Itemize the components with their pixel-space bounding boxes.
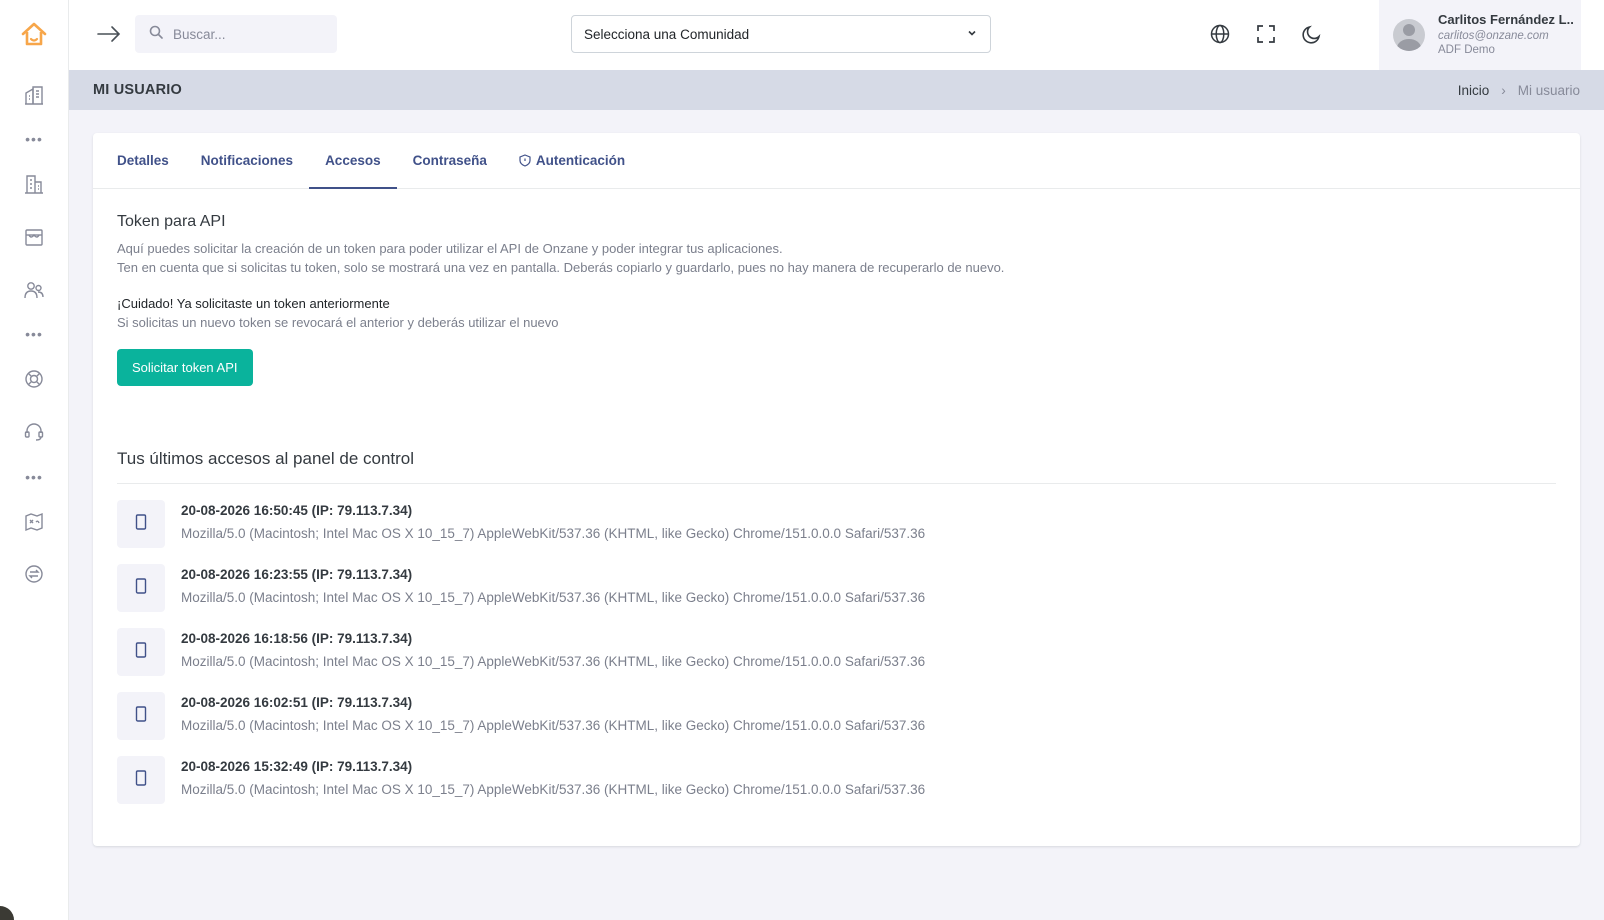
user-card: Detalles Notificaciones Accesos Contrase…	[93, 133, 1580, 846]
community-select[interactable]: Selecciona una Comunidad	[571, 15, 991, 53]
buildings-icon[interactable]	[22, 83, 46, 107]
shield-icon	[519, 154, 531, 167]
token-title: Token para API	[117, 213, 226, 230]
headset-icon[interactable]	[22, 420, 46, 444]
list-item: 20-08-2026 15:32:49 (IP: 79.113.7.34) Mo…	[117, 756, 1556, 820]
user-org: ADF Demo	[1438, 44, 1495, 57]
chevron-down-icon	[966, 27, 978, 42]
access-list: 20-08-2026 16:50:45 (IP: 79.113.7.34) Mo…	[117, 500, 1556, 820]
moon-icon[interactable]	[1299, 21, 1325, 47]
access-date: 20-08-2026 16:18:56 (IP: 79.113.7.34)	[181, 631, 413, 646]
request-token-button[interactable]: Solicitar token API	[117, 349, 253, 386]
globe-icon[interactable]	[1207, 21, 1233, 47]
page-title-bar: MI USUARIO Inicio › Mi usuario	[69, 70, 1604, 110]
breadcrumb: Inicio › Mi usuario	[1458, 83, 1580, 98]
more-dots-icon: •••	[25, 469, 43, 485]
token-description-1: Aquí puedes solicitar la creación de un …	[117, 241, 783, 256]
topbar: Selecciona una Comunidad Carlitos Fernán…	[69, 0, 1604, 70]
tab-detalles[interactable]: Detalles	[101, 133, 185, 188]
exchange-icon[interactable]	[22, 562, 46, 586]
tab-accesos[interactable]: Accesos	[309, 133, 397, 189]
arrow-right-icon[interactable]	[95, 22, 123, 46]
fullscreen-icon[interactable]	[1253, 21, 1279, 47]
store-icon[interactable]	[22, 225, 46, 249]
lifebuoy-icon[interactable]	[22, 367, 46, 391]
user-name: Carlitos Fernández L..	[1438, 11, 1574, 27]
breadcrumb-home[interactable]: Inicio	[1458, 83, 1490, 98]
access-user-agent: Mozilla/5.0 (Macintosh; Intel Mac OS X 1…	[181, 590, 926, 605]
community-select-value: Selecciona una Comunidad	[584, 26, 750, 42]
user-email: carlitos@onzane.com	[1438, 29, 1549, 42]
search-icon	[149, 25, 163, 44]
user-menu[interactable]: Carlitos Fernández L.. carlitos@onzane.c…	[1379, 0, 1581, 70]
mobile-device-icon	[135, 769, 147, 791]
token-warning-title: ¡Cuidado! Ya solicitaste un token anteri…	[117, 296, 390, 311]
list-item: 20-08-2026 16:23:55 (IP: 79.113.7.34) Mo…	[117, 564, 1556, 628]
device-box	[117, 692, 165, 740]
tab-autenticacion-label: Autenticación	[535, 153, 626, 168]
page-title: MI USUARIO	[93, 82, 182, 98]
list-item: 20-08-2026 16:50:45 (IP: 79.113.7.34) Mo…	[117, 500, 1556, 564]
mobile-device-icon	[135, 705, 147, 727]
access-user-agent: Mozilla/5.0 (Macintosh; Intel Mac OS X 1…	[181, 526, 926, 541]
access-date: 20-08-2026 16:23:55 (IP: 79.113.7.34)	[181, 567, 413, 582]
window-corner	[0, 906, 14, 920]
tab-autenticacion[interactable]: Autenticación	[503, 133, 641, 188]
list-item: 20-08-2026 16:18:56 (IP: 79.113.7.34) Mo…	[117, 628, 1556, 692]
mobile-device-icon	[135, 513, 147, 535]
sidebar: ••• ••• •••	[0, 0, 69, 920]
tabs: Detalles Notificaciones Accesos Contrase…	[93, 133, 1580, 189]
device-box	[117, 628, 165, 676]
access-date: 20-08-2026 16:02:51 (IP: 79.113.7.34)	[181, 695, 413, 710]
access-date: 20-08-2026 16:50:45 (IP: 79.113.7.34)	[181, 503, 413, 518]
device-box	[117, 564, 165, 612]
tab-notificaciones[interactable]: Notificaciones	[185, 133, 309, 188]
office-building-icon[interactable]	[22, 172, 46, 196]
access-user-agent: Mozilla/5.0 (Macintosh; Intel Mac OS X 1…	[181, 654, 926, 669]
search-box[interactable]	[135, 15, 337, 53]
mobile-device-icon	[135, 577, 147, 599]
device-box	[117, 756, 165, 804]
avatar	[1393, 19, 1425, 51]
more-dots-icon: •••	[25, 326, 43, 342]
mobile-device-icon	[135, 641, 147, 663]
list-item: 20-08-2026 16:02:51 (IP: 79.113.7.34) Mo…	[117, 692, 1556, 756]
tab-contrasena[interactable]: Contraseña	[397, 133, 503, 188]
token-description-2: Ten en cuenta que si solicitas tu token,…	[117, 260, 1005, 275]
token-warning-description: Si solicitas un nuevo token se revocará …	[117, 315, 559, 330]
accesses-title: Tus últimos accesos al panel de control	[117, 449, 1556, 484]
home-logo-icon[interactable]	[20, 20, 48, 48]
users-icon[interactable]	[22, 278, 46, 302]
access-user-agent: Mozilla/5.0 (Macintosh; Intel Mac OS X 1…	[181, 718, 926, 733]
map-icon[interactable]	[22, 510, 46, 534]
breadcrumb-current: Mi usuario	[1517, 82, 1580, 98]
more-dots-icon: •••	[25, 131, 43, 147]
access-user-agent: Mozilla/5.0 (Macintosh; Intel Mac OS X 1…	[181, 782, 926, 797]
access-date: 20-08-2026 15:32:49 (IP: 79.113.7.34)	[181, 759, 413, 774]
search-input[interactable]	[173, 26, 323, 42]
breadcrumb-separator: ›	[1501, 82, 1506, 98]
device-box	[117, 500, 165, 548]
